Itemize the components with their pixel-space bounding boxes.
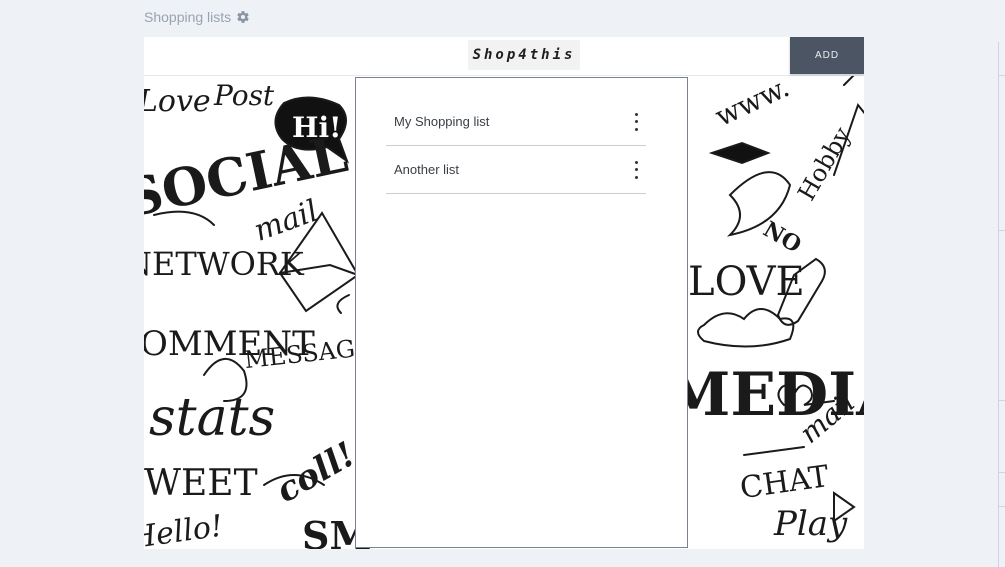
more-vert-icon[interactable]	[632, 112, 640, 131]
edge-divider	[998, 400, 1005, 401]
doodle-word: Love	[144, 84, 211, 119]
shopping-lists-panel: My Shopping list Another list	[355, 77, 688, 548]
app-toolbar: Shop4this ADD	[144, 37, 864, 76]
edge-divider	[998, 472, 1005, 473]
list-item-label: Another list	[394, 162, 460, 177]
doodle-word: Post	[213, 79, 275, 112]
gear-icon[interactable]	[236, 10, 250, 24]
edge-divider	[998, 75, 1005, 76]
doodle-word: NETWORK	[144, 245, 305, 283]
list-item[interactable]: Another list	[386, 146, 646, 194]
page-title: Shopping lists	[144, 9, 232, 25]
doodle-word: LOVE	[688, 259, 805, 305]
edge-divider	[998, 506, 1005, 507]
doodle-word: stats	[149, 388, 275, 448]
more-vert-icon[interactable]	[632, 160, 640, 179]
doodle-word: TWEET	[144, 463, 258, 504]
doodle-word: Play	[773, 504, 848, 544]
app-logo: Shop4this	[468, 40, 580, 70]
edge-divider	[998, 230, 1005, 231]
right-edge-divider	[998, 42, 999, 567]
list-item[interactable]: My Shopping list	[386, 98, 646, 146]
add-button[interactable]: ADD	[790, 37, 864, 74]
app-page: Shopping lists Shop4this ADD Love Post S…	[0, 0, 1005, 567]
list-item-label: My Shopping list	[394, 114, 490, 129]
main-card: Shop4this ADD Love Post SOCIAL Hi! mail …	[144, 37, 864, 549]
breadcrumb: Shopping lists	[144, 9, 250, 25]
doodle-word: Hi!	[292, 111, 341, 144]
